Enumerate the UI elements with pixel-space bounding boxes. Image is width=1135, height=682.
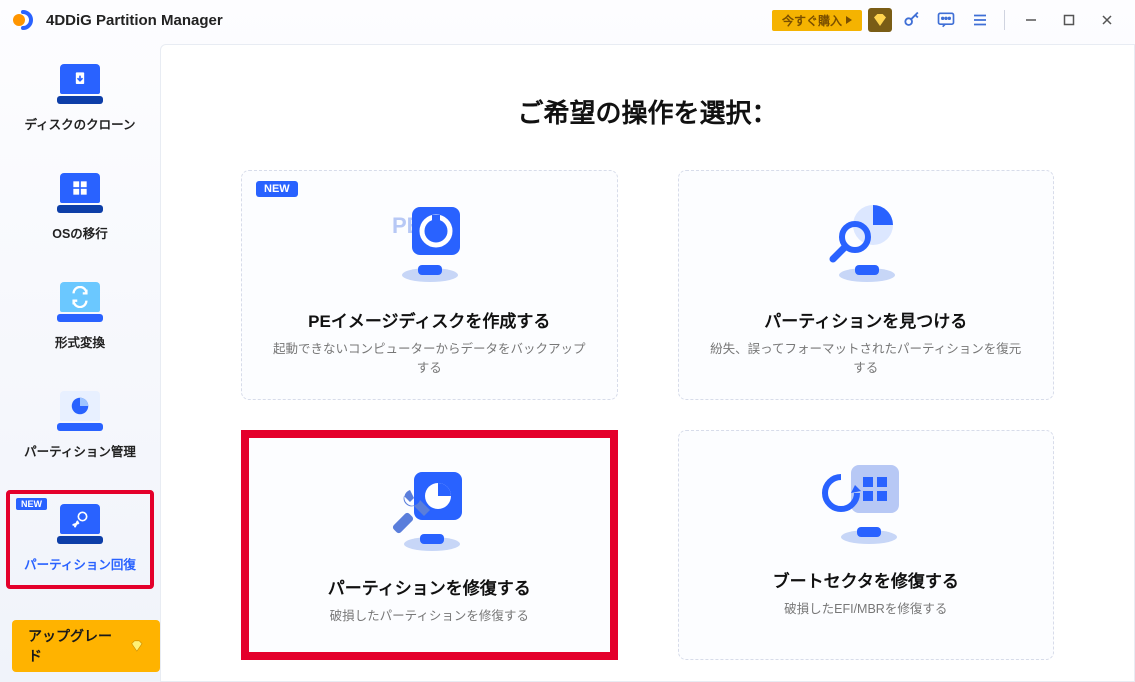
repair-partition-icon bbox=[374, 462, 484, 562]
os-migrate-icon bbox=[58, 173, 102, 213]
sidebar-item-disk-clone[interactable]: ディスクのクローン bbox=[6, 54, 154, 145]
card-title: PEイメージディスクを作成する bbox=[308, 307, 550, 332]
format-convert-icon bbox=[58, 282, 102, 322]
minimize-button[interactable] bbox=[1015, 8, 1047, 32]
play-icon bbox=[846, 16, 852, 24]
new-badge: NEW bbox=[256, 181, 298, 197]
pe-disk-icon: PE bbox=[374, 195, 484, 295]
card-desc: 破損したEFI/MBRを修復する bbox=[772, 600, 959, 619]
sidebar-item-partition-manage[interactable]: パーティション管理 bbox=[6, 381, 154, 472]
close-button[interactable] bbox=[1091, 8, 1123, 32]
card-title: パーティションを見つける bbox=[764, 307, 967, 332]
key-icon[interactable] bbox=[898, 6, 926, 34]
card-find-partition[interactable]: パーティションを見つける 紛失、誤ってフォーマットされたパーティションを復元する bbox=[678, 170, 1055, 400]
feedback-icon[interactable] bbox=[932, 6, 960, 34]
main: ディスクのクローン OSの移行 形式変換 bbox=[0, 40, 1135, 682]
partition-recovery-icon bbox=[58, 504, 102, 544]
divider bbox=[1004, 10, 1005, 30]
card-repair-partition[interactable]: パーティションを修復する 破損したパーティションを修復する bbox=[241, 430, 618, 660]
card-desc: 破損したパーティションを修復する bbox=[318, 607, 541, 626]
disk-clone-icon bbox=[58, 64, 102, 104]
card-title: パーティションを修復する bbox=[328, 574, 531, 599]
app-logo-icon bbox=[12, 8, 36, 32]
page-title: ご希望の操作を選択： bbox=[201, 93, 1094, 130]
sidebar: ディスクのクローン OSの移行 形式変換 bbox=[0, 40, 160, 682]
card-desc: 紛失、誤ってフォーマットされたパーティションを復元する bbox=[695, 340, 1038, 378]
titlebar-right: 今すぐ購入 bbox=[772, 6, 1123, 34]
premium-diamond-button[interactable] bbox=[868, 8, 892, 32]
upgrade-button[interactable]: アップグレード bbox=[12, 620, 160, 672]
partition-manage-icon bbox=[58, 391, 102, 431]
sidebar-item-label: 形式変換 bbox=[55, 332, 105, 351]
repair-boot-icon bbox=[811, 455, 921, 555]
app-title: 4DDiG Partition Manager bbox=[46, 12, 223, 29]
card-create-pe-image[interactable]: NEW PE PEイメージディスクを作成する 起動できないコンピューターからデー… bbox=[241, 170, 618, 400]
titlebar: 4DDiG Partition Manager 今すぐ購入 bbox=[0, 0, 1135, 40]
card-title: ブートセクタを修復する bbox=[773, 567, 959, 592]
menu-icon[interactable] bbox=[966, 6, 994, 34]
new-badge: NEW bbox=[16, 498, 47, 510]
sidebar-item-label: パーティション管理 bbox=[24, 441, 136, 460]
sidebar-item-format-convert[interactable]: 形式変換 bbox=[6, 272, 154, 363]
buy-now-button[interactable]: 今すぐ購入 bbox=[772, 10, 862, 31]
find-partition-icon bbox=[811, 195, 921, 295]
sidebar-item-label: ディスクのクローン bbox=[24, 114, 135, 133]
sidebar-item-partition-recovery[interactable]: NEW パーティション回復 bbox=[6, 490, 154, 589]
card-repair-boot-sector[interactable]: ブートセクタを修復する 破損したEFI/MBRを修復する bbox=[678, 430, 1055, 660]
sidebar-item-label: OSの移行 bbox=[52, 223, 108, 242]
maximize-button[interactable] bbox=[1053, 8, 1085, 32]
upgrade-label: アップグレード bbox=[28, 626, 124, 666]
buy-now-label: 今すぐ購入 bbox=[782, 12, 842, 29]
sidebar-item-label: パーティション回復 bbox=[24, 554, 136, 573]
content: ご希望の操作を選択： NEW PE PEイメージディスクを作成する 起動できない… bbox=[160, 44, 1135, 682]
card-grid: NEW PE PEイメージディスクを作成する 起動できないコンピューターからデー… bbox=[201, 170, 1094, 660]
titlebar-left: 4DDiG Partition Manager bbox=[12, 8, 223, 32]
diamond-icon bbox=[130, 639, 144, 653]
sidebar-item-os-migrate[interactable]: OSの移行 bbox=[6, 163, 154, 254]
card-desc: 起動できないコンピューターからデータをバックアップする bbox=[258, 340, 601, 378]
